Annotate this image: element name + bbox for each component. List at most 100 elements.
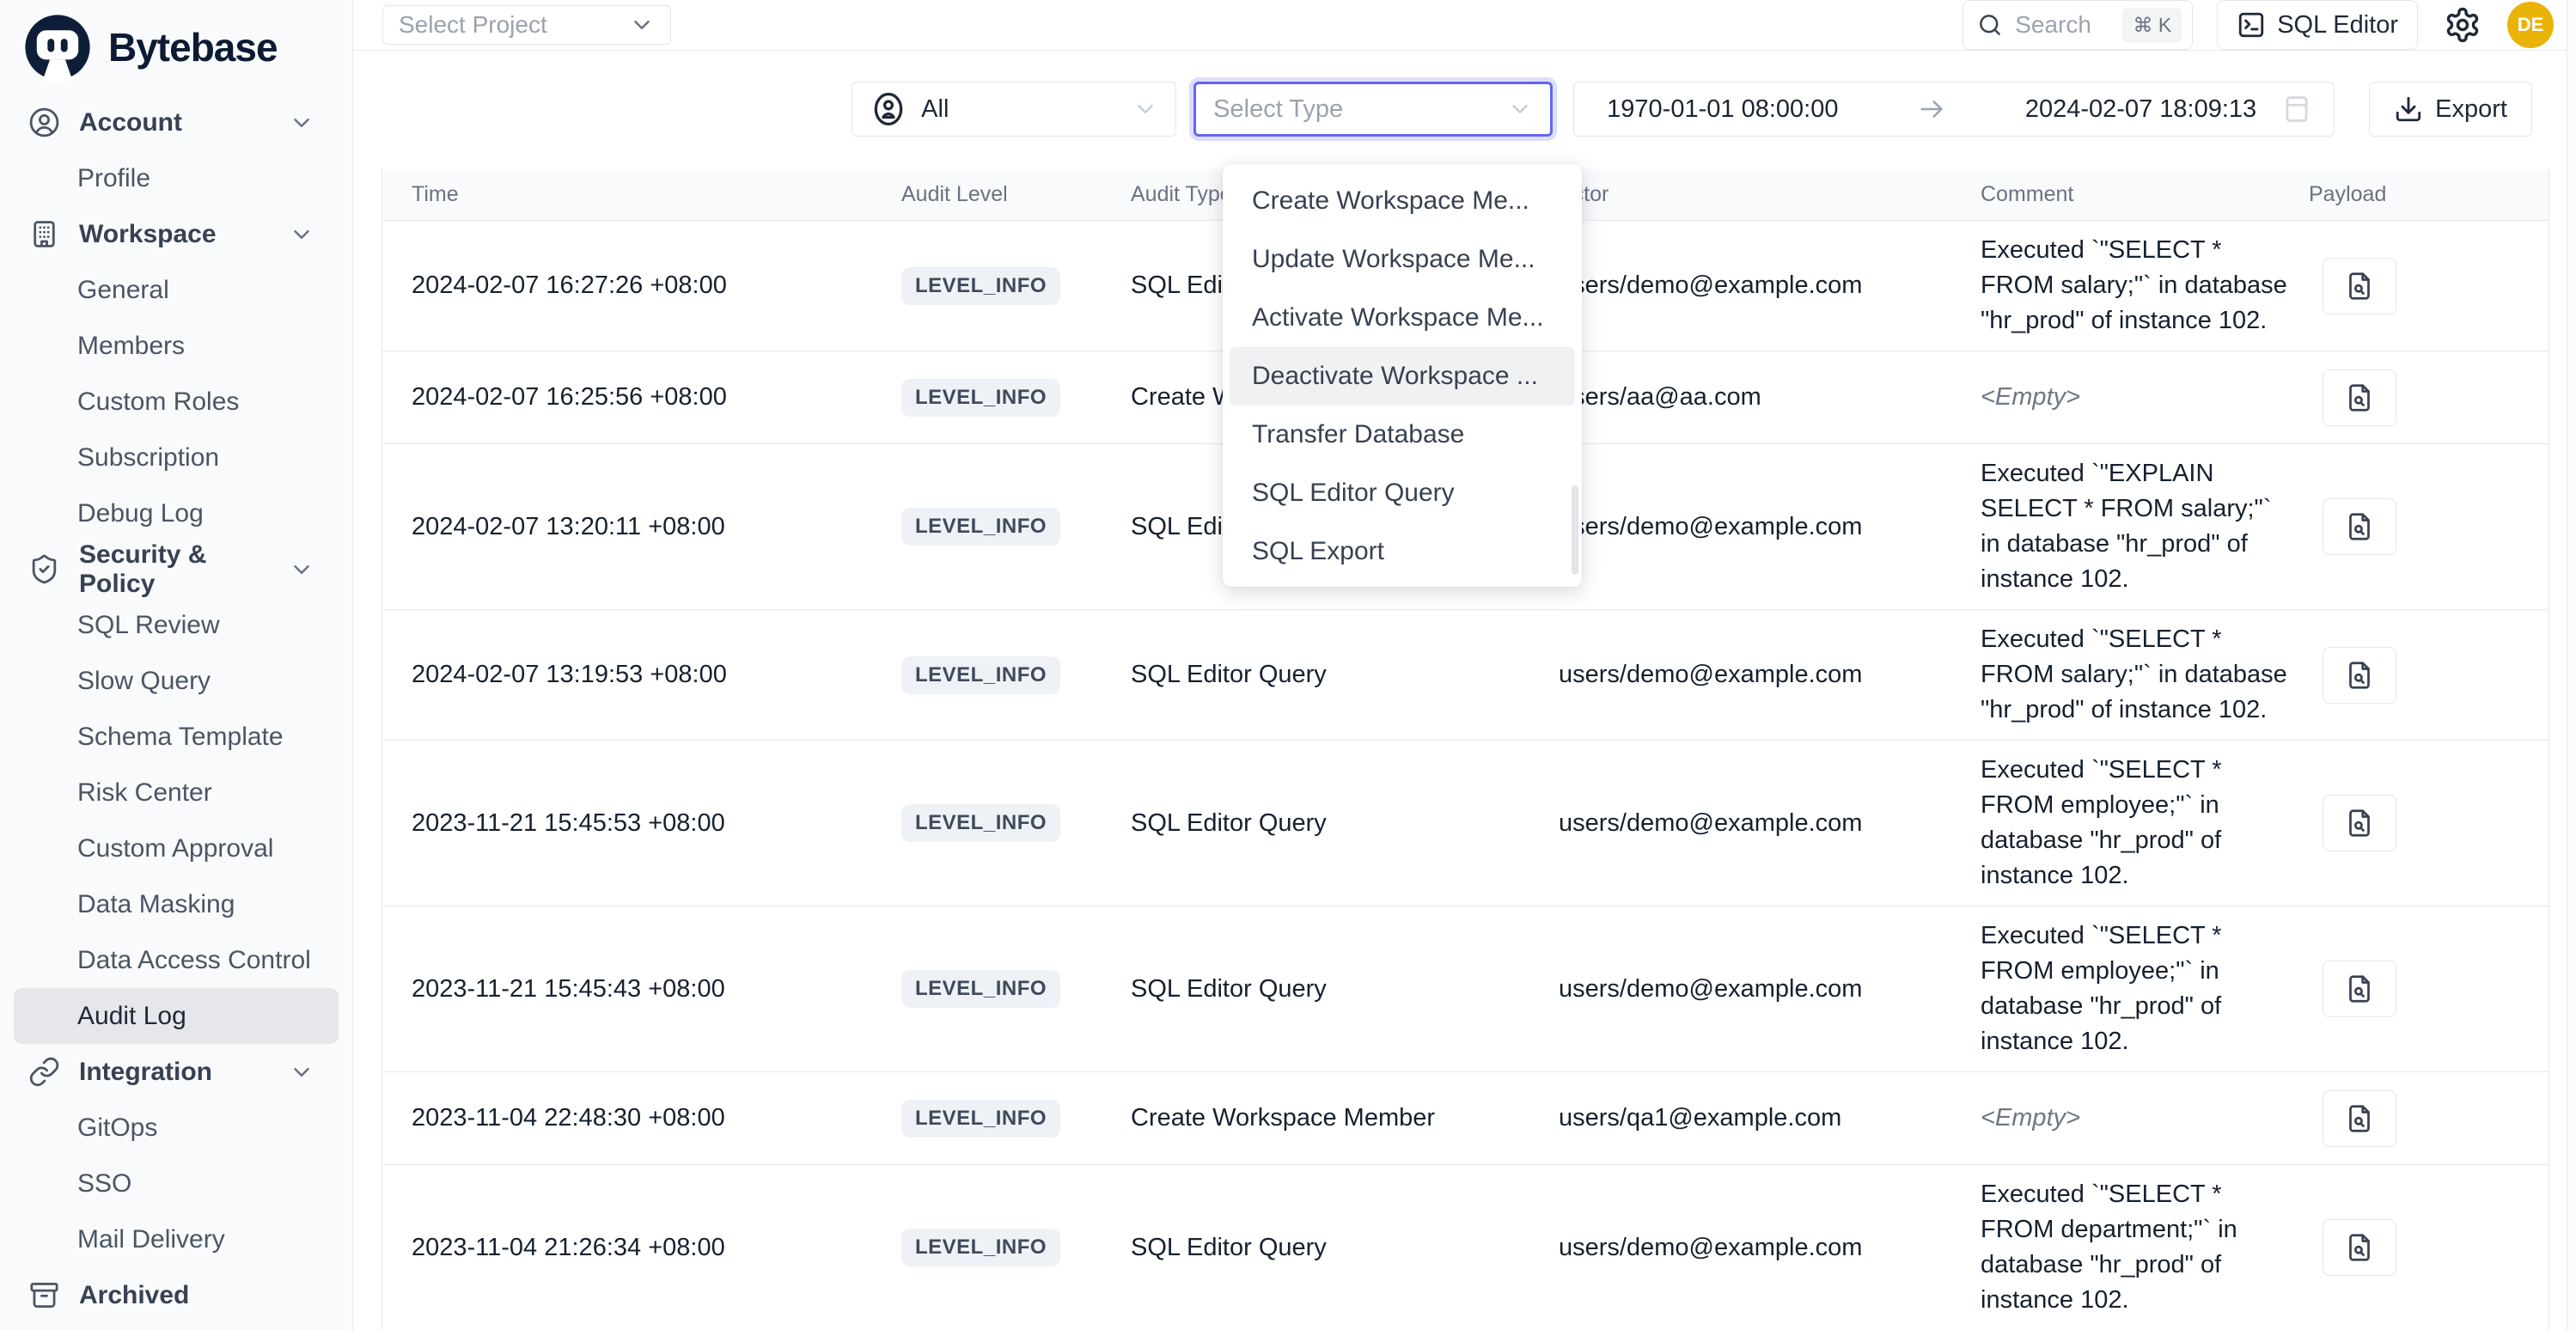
export-button[interactable]: Export bbox=[2369, 82, 2532, 137]
type-filter-select[interactable]: Select Type bbox=[1193, 82, 1553, 137]
payload-view-button[interactable] bbox=[2323, 1090, 2396, 1147]
brand-logo[interactable]: Bytebase bbox=[0, 0, 352, 86]
sidebar-item-data-access-control[interactable]: Data Access Control bbox=[14, 932, 339, 988]
sidebar-item-risk-center[interactable]: Risk Center bbox=[14, 765, 339, 821]
sidebar-item-data-masking[interactable]: Data Masking bbox=[14, 876, 339, 932]
date-range-picker[interactable]: 1970-01-01 08:00:00 2024-02-07 18:09:13 bbox=[1573, 82, 2335, 137]
chevron-down-icon bbox=[629, 12, 655, 38]
audit-level-badge: LEVEL_INFO bbox=[901, 508, 1060, 546]
date-from-value[interactable]: 1970-01-01 08:00:00 bbox=[1607, 95, 1838, 124]
actor-filter-select[interactable]: All bbox=[852, 82, 1176, 137]
search-input[interactable]: Search ⌘ K bbox=[1963, 0, 2193, 50]
menu-item-transfer-database[interactable]: Transfer Database bbox=[1230, 406, 1575, 464]
menu-item-update-workspace-member[interactable]: Update Workspace Me... bbox=[1230, 230, 1575, 289]
sidebar-item-sso[interactable]: SSO bbox=[14, 1156, 339, 1211]
date-to-value[interactable]: 2024-02-07 18:09:13 bbox=[2025, 95, 2256, 124]
menu-item-sql-editor-query[interactable]: SQL Editor Query bbox=[1230, 464, 1575, 522]
payload-view-button[interactable] bbox=[2323, 961, 2396, 1017]
table-row: 2023-11-21 15:45:43 +08:00 LEVEL_INFO SQ… bbox=[382, 906, 2549, 1072]
cell-comment: Executed `"SELECT * FROM employee;"` in … bbox=[1981, 906, 2309, 1071]
sidebar-section-label: Archived bbox=[79, 1281, 314, 1310]
page-scrollbar[interactable] bbox=[2567, 0, 2576, 1330]
payload-view-button[interactable] bbox=[2323, 647, 2396, 704]
sidebar-item-custom-approval[interactable]: Custom Approval bbox=[14, 821, 339, 876]
table-row: 2023-11-04 21:26:34 +08:00 LEVEL_INFO SQ… bbox=[382, 1165, 2549, 1330]
filter-toolbar: All Select Type 1970-01-01 08:00:00 2024… bbox=[353, 82, 2576, 137]
cell-audit-type: SQL Editor Query bbox=[1131, 809, 1559, 838]
export-label: Export bbox=[2435, 95, 2507, 124]
chevron-down-icon bbox=[289, 110, 314, 136]
calendar-icon bbox=[2280, 93, 2313, 125]
sidebar-section-workspace[interactable]: Workspace bbox=[14, 206, 339, 262]
sidebar-section-archived[interactable]: Archived bbox=[14, 1267, 339, 1323]
sidebar: Bytebase Account Profile Workspace Gener… bbox=[0, 0, 353, 1330]
shield-check-icon bbox=[28, 553, 60, 585]
cell-audit-type: SQL Editor Query bbox=[1131, 661, 1559, 689]
cell-time: 2023-11-04 22:48:30 +08:00 bbox=[382, 1104, 901, 1132]
chevron-down-icon bbox=[289, 557, 314, 583]
user-circle-icon bbox=[870, 90, 907, 128]
user-circle-icon bbox=[28, 107, 60, 138]
brand-name: Bytebase bbox=[108, 24, 278, 70]
sidebar-item-mail-delivery[interactable]: Mail Delivery bbox=[14, 1211, 339, 1267]
sidebar-item-custom-roles[interactable]: Custom Roles bbox=[14, 374, 339, 430]
sidebar-item-subscription[interactable]: Subscription bbox=[14, 430, 339, 485]
sql-editor-button[interactable]: SQL Editor bbox=[2217, 0, 2418, 50]
payload-view-button[interactable] bbox=[2323, 369, 2396, 426]
column-header-payload: Payload bbox=[2309, 182, 2540, 207]
payload-view-button[interactable] bbox=[2323, 498, 2396, 555]
arrow-right-icon bbox=[1847, 95, 2016, 124]
sidebar-section-label: Workspace bbox=[79, 220, 270, 249]
building-icon bbox=[28, 218, 60, 250]
payload-view-button[interactable] bbox=[2323, 258, 2396, 314]
chevron-down-icon bbox=[1507, 96, 1533, 122]
sidebar-item-sql-review[interactable]: SQL Review bbox=[14, 597, 339, 653]
project-select[interactable]: Select Project bbox=[382, 5, 671, 45]
search-placeholder: Search bbox=[2015, 11, 2110, 39]
dropdown-scrollbar-thumb[interactable] bbox=[1572, 485, 1578, 575]
sidebar-item-gitops[interactable]: GitOps bbox=[14, 1100, 339, 1156]
menu-item-deactivate-workspace-member[interactable]: Deactivate Workspace ... bbox=[1230, 347, 1575, 406]
payload-view-button[interactable] bbox=[2323, 795, 2396, 851]
sidebar-item-schema-template[interactable]: Schema Template bbox=[14, 709, 339, 765]
chevron-down-icon bbox=[1132, 96, 1158, 122]
menu-item-activate-workspace-member[interactable]: Activate Workspace Me... bbox=[1230, 289, 1575, 347]
menu-item-create-workspace-member[interactable]: Create Workspace Me... bbox=[1230, 172, 1575, 230]
cell-time: 2023-11-21 15:45:53 +08:00 bbox=[382, 809, 901, 838]
avatar-initials: DE bbox=[2518, 14, 2544, 36]
audit-level-badge: LEVEL_INFO bbox=[901, 970, 1060, 1008]
cell-actor: users/demo@example.com bbox=[1559, 1234, 1981, 1262]
sidebar-item-audit-log[interactable]: Audit Log bbox=[14, 988, 339, 1044]
column-header-comment: Comment bbox=[1981, 182, 2309, 207]
sidebar-section-security-policy[interactable]: Security & Policy bbox=[14, 541, 339, 597]
sidebar-item-slow-query[interactable]: Slow Query bbox=[14, 653, 339, 709]
cell-actor: users/demo@example.com bbox=[1559, 271, 1981, 300]
cell-time: 2024-02-07 16:25:56 +08:00 bbox=[382, 383, 901, 412]
sidebar-section-label: Integration bbox=[79, 1058, 270, 1087]
sidebar-section-integration[interactable]: Integration bbox=[14, 1044, 339, 1100]
column-header-time: Time bbox=[382, 182, 901, 207]
cell-time: 2023-11-04 21:26:34 +08:00 bbox=[382, 1234, 901, 1262]
sidebar-item-members[interactable]: Members bbox=[14, 318, 339, 374]
sidebar-section-label: Account bbox=[79, 108, 270, 137]
cell-actor: users/demo@example.com bbox=[1559, 661, 1981, 689]
cell-audit-type: Create Workspace Member bbox=[1131, 1104, 1559, 1132]
sidebar-item-general[interactable]: General bbox=[14, 262, 339, 318]
sidebar-section-account[interactable]: Account bbox=[14, 95, 339, 150]
table-row: 2023-11-21 15:45:53 +08:00 LEVEL_INFO SQ… bbox=[382, 741, 2549, 906]
audit-type-dropdown-menu: Create Workspace Me... Update Workspace … bbox=[1223, 164, 1582, 587]
sidebar-item-profile[interactable]: Profile bbox=[14, 150, 339, 206]
cell-audit-type: SQL Editor Query bbox=[1131, 1234, 1559, 1262]
cell-actor: users/demo@example.com bbox=[1559, 809, 1981, 838]
terminal-icon bbox=[2237, 10, 2266, 40]
cell-actor: users/aa@aa.com bbox=[1559, 383, 1981, 412]
cell-comment: Executed `"SELECT * FROM employee;"` in … bbox=[1981, 741, 2309, 906]
column-header-audit-level: Audit Level bbox=[901, 182, 1131, 207]
search-shortcut-kbd: ⌘ K bbox=[2122, 8, 2182, 43]
settings-gear-icon[interactable] bbox=[2442, 4, 2483, 46]
sidebar-item-debug-log[interactable]: Debug Log bbox=[14, 485, 339, 541]
user-avatar[interactable]: DE bbox=[2507, 2, 2554, 48]
menu-item-sql-export[interactable]: SQL Export bbox=[1230, 522, 1575, 581]
payload-view-button[interactable] bbox=[2323, 1219, 2396, 1276]
cell-actor: users/demo@example.com bbox=[1559, 975, 1981, 1004]
